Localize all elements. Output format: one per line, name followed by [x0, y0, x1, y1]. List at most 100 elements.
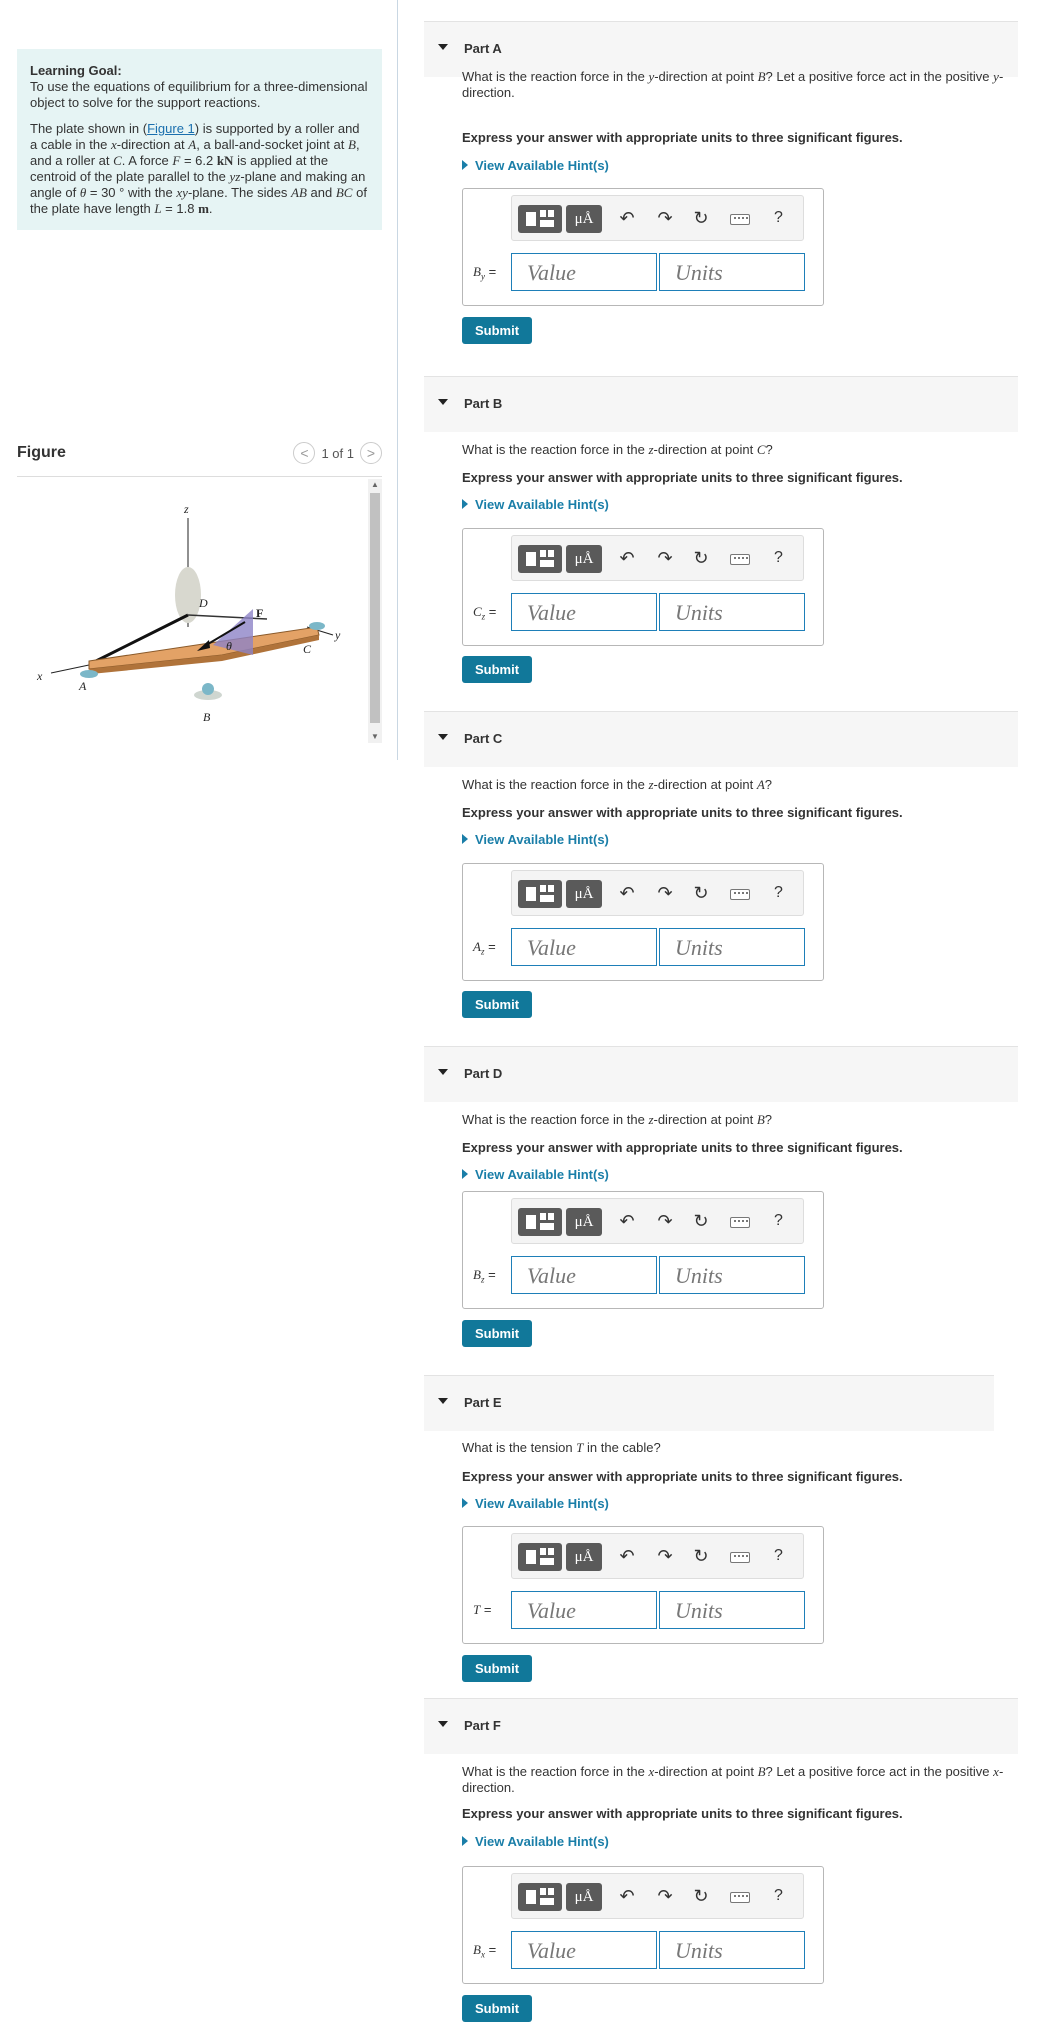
keyboard-icon[interactable]: [730, 554, 750, 565]
collapse-caret-icon[interactable]: [438, 1069, 448, 1075]
undo-icon[interactable]: ↶: [616, 883, 638, 903]
templates-button[interactable]: [518, 1208, 562, 1236]
value-input[interactable]: Value: [511, 253, 657, 291]
value-input[interactable]: Value: [511, 1256, 657, 1294]
part-title: Part F: [464, 1718, 501, 1733]
submit-button[interactable]: Submit: [462, 656, 532, 683]
reset-icon[interactable]: ↻: [690, 1546, 712, 1566]
units-button[interactable]: μÅ: [566, 1543, 602, 1571]
reset-icon[interactable]: ↻: [690, 1886, 712, 1906]
help-icon[interactable]: ?: [774, 1547, 783, 1565]
figure-title: Figure: [17, 444, 66, 461]
undo-icon[interactable]: ↶: [616, 548, 638, 568]
units-input[interactable]: Units: [659, 1931, 805, 1969]
redo-icon[interactable]: ↷: [654, 548, 676, 568]
label-x: x: [36, 669, 43, 683]
help-icon[interactable]: ?: [774, 1887, 783, 1905]
undo-icon[interactable]: ↶: [616, 208, 638, 228]
reset-icon[interactable]: ↻: [690, 883, 712, 903]
templates-button[interactable]: [518, 880, 562, 908]
submit-button[interactable]: Submit: [462, 1655, 532, 1682]
math-toolbar: μÅ ↶ ↷ ↻ ?: [511, 870, 804, 916]
submit-button[interactable]: Submit: [462, 1320, 532, 1347]
value-input[interactable]: Value: [511, 1591, 657, 1629]
collapse-caret-icon[interactable]: [438, 1398, 448, 1404]
templates-button[interactable]: [518, 1883, 562, 1911]
reset-icon[interactable]: ↻: [690, 1211, 712, 1231]
undo-icon[interactable]: ↶: [616, 1211, 638, 1231]
redo-icon[interactable]: ↷: [654, 1886, 676, 1906]
units-input[interactable]: Units: [659, 1591, 805, 1629]
hints-link[interactable]: View Available Hint(s): [462, 1167, 609, 1182]
units-button[interactable]: μÅ: [566, 1208, 602, 1236]
reset-icon[interactable]: ↻: [690, 208, 712, 228]
submit-button[interactable]: Submit: [462, 317, 532, 344]
hints-link[interactable]: View Available Hint(s): [462, 1496, 609, 1511]
undo-icon[interactable]: ↶: [616, 1886, 638, 1906]
answer-box: μÅ ↶ ↷ ↻ ? Cz = Value Units: [462, 528, 824, 646]
submit-button[interactable]: Submit: [462, 991, 532, 1018]
scroll-up-icon[interactable]: ▲: [368, 479, 382, 491]
instruction-text: Express your answer with appropriate uni…: [462, 130, 903, 145]
hints-link[interactable]: View Available Hint(s): [462, 1834, 609, 1849]
undo-icon[interactable]: ↶: [616, 1546, 638, 1566]
next-figure-button[interactable]: >: [360, 442, 382, 464]
templates-button[interactable]: [518, 545, 562, 573]
socket-b: [202, 683, 214, 695]
help-icon[interactable]: ?: [774, 884, 783, 902]
part-title: Part A: [464, 41, 502, 56]
label-b: B: [203, 710, 211, 724]
figure-scrollbar[interactable]: ▲ ▼: [368, 479, 382, 743]
learning-goal-title: Learning Goal:: [30, 63, 122, 78]
expand-triangle-icon: [462, 499, 468, 509]
value-input[interactable]: Value: [511, 1931, 657, 1969]
hints-link[interactable]: View Available Hint(s): [462, 832, 609, 847]
units-button[interactable]: μÅ: [566, 545, 602, 573]
units-button[interactable]: μÅ: [566, 1883, 602, 1911]
units-button[interactable]: μÅ: [566, 205, 602, 233]
help-icon[interactable]: ?: [774, 1212, 783, 1230]
figure-page-count: 1 of 1: [321, 445, 354, 461]
redo-icon[interactable]: ↷: [654, 1211, 676, 1231]
part-header[interactable]: Part E: [424, 1375, 994, 1431]
submit-button[interactable]: Submit: [462, 1995, 532, 2022]
redo-icon[interactable]: ↷: [654, 883, 676, 903]
scroll-down-icon[interactable]: ▼: [368, 731, 382, 743]
part-header[interactable]: Part D: [424, 1046, 1018, 1102]
part-title: Part E: [464, 1395, 502, 1410]
redo-icon[interactable]: ↷: [654, 1546, 676, 1566]
part-title: Part B: [464, 396, 503, 411]
collapse-caret-icon[interactable]: [438, 44, 448, 50]
redo-icon[interactable]: ↷: [654, 208, 676, 228]
part-header[interactable]: Part F: [424, 1698, 1018, 1754]
templates-button[interactable]: [518, 1543, 562, 1571]
help-icon[interactable]: ?: [774, 209, 783, 227]
value-input[interactable]: Value: [511, 928, 657, 966]
keyboard-icon[interactable]: [730, 214, 750, 225]
expand-triangle-icon: [462, 834, 468, 844]
collapse-caret-icon[interactable]: [438, 734, 448, 740]
keyboard-icon[interactable]: [730, 889, 750, 900]
part-header[interactable]: Part B: [424, 376, 1018, 432]
value-input[interactable]: Value: [511, 593, 657, 631]
keyboard-icon[interactable]: [730, 1892, 750, 1903]
templates-button[interactable]: [518, 205, 562, 233]
label-z: z: [183, 502, 189, 516]
hints-link[interactable]: View Available Hint(s): [462, 497, 609, 512]
help-icon[interactable]: ?: [774, 549, 783, 567]
collapse-caret-icon[interactable]: [438, 1721, 448, 1727]
part-header[interactable]: Part C: [424, 711, 1018, 767]
collapse-caret-icon[interactable]: [438, 399, 448, 405]
keyboard-icon[interactable]: [730, 1552, 750, 1563]
units-input[interactable]: Units: [659, 928, 805, 966]
reset-icon[interactable]: ↻: [690, 548, 712, 568]
figure-link[interactable]: Figure 1: [147, 121, 195, 136]
scroll-thumb[interactable]: [370, 493, 380, 723]
units-button[interactable]: μÅ: [566, 880, 602, 908]
prev-figure-button[interactable]: <: [293, 442, 316, 464]
keyboard-icon[interactable]: [730, 1217, 750, 1228]
units-input[interactable]: Units: [659, 593, 805, 631]
units-input[interactable]: Units: [659, 253, 805, 291]
units-input[interactable]: Units: [659, 1256, 805, 1294]
hints-link[interactable]: View Available Hint(s): [462, 158, 609, 173]
